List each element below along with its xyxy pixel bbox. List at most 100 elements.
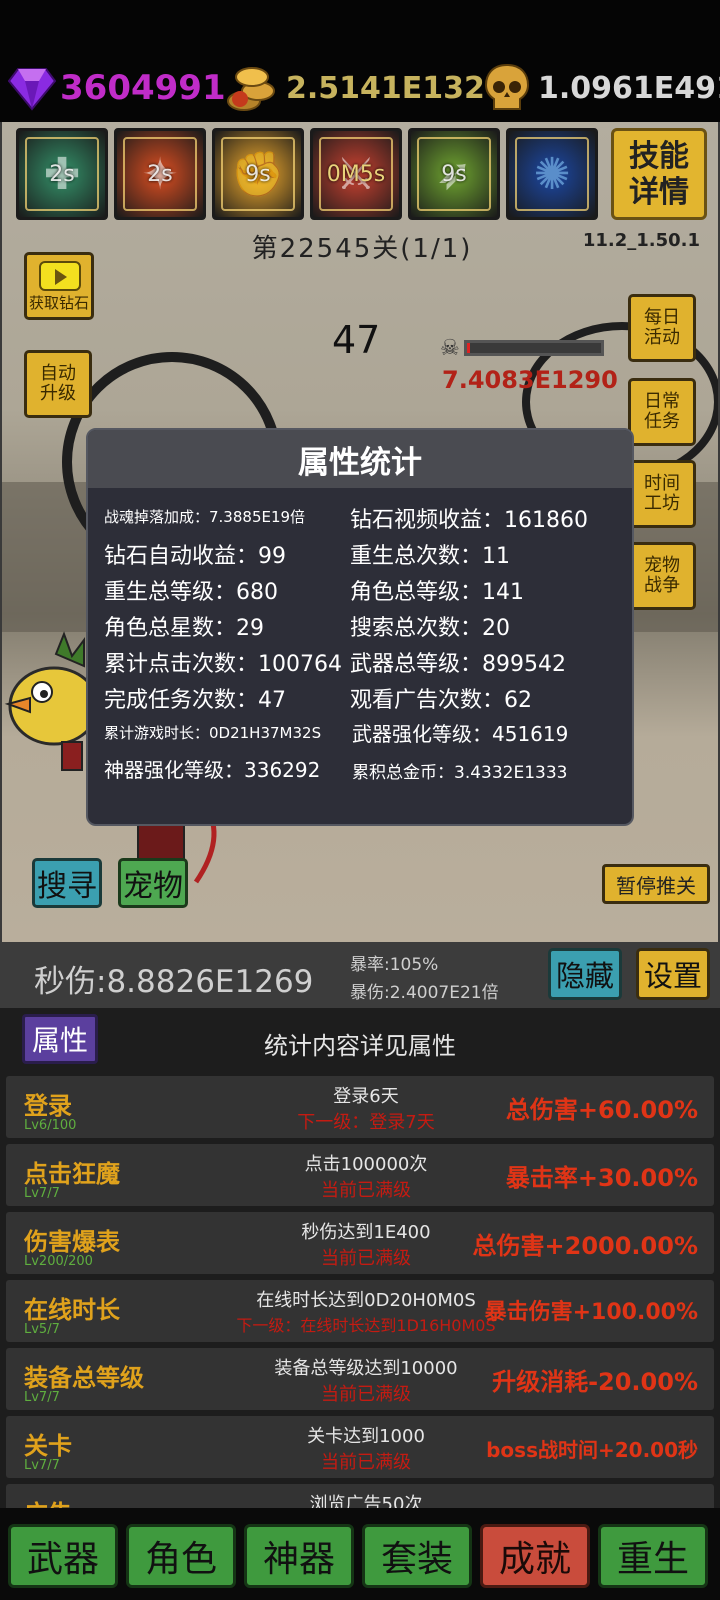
achievement-name: 点击狂魔 (24, 1160, 120, 1188)
gold-counter: 2.5141E1326 (226, 62, 506, 114)
achievement-bonus: 暴击伤害+100.00% (484, 1300, 698, 1325)
achievement-level: Lv5/7 (24, 1322, 60, 1337)
gold-coins-icon (227, 67, 275, 111)
search-button[interactable]: 搜寻 (32, 858, 102, 908)
bottom-nav: 武器 角色 神器 套装 成就 重生 (0, 1508, 720, 1600)
achievement-name: 伤害爆表 (24, 1228, 120, 1256)
watch-video-gems-button[interactable]: 获取钻石 (24, 252, 94, 320)
daily-task-button[interactable]: 日常 任务 (628, 378, 696, 446)
achievement-level: Lv7/7 (24, 1186, 60, 1201)
pause-push-stage-button[interactable]: 暂停推关 (602, 864, 710, 904)
achievement-row[interactable]: 装备总等级 Lv7/7 装备总等级达到10000 当前已满级 升级消耗-20.0… (6, 1348, 714, 1410)
enemy-count: 47 (332, 318, 381, 362)
achievement-condition: 关卡达到1000 (307, 1426, 425, 1447)
stat-soul-drop-bonus: 战魂掉落加成：7.3885E19倍 (104, 508, 306, 526)
boss-hp-bar (464, 340, 604, 356)
daily-event-button[interactable]: 每日 活动 (628, 294, 696, 362)
skill-slot[interactable]: ✊ 9s (212, 128, 304, 220)
stats-dialog-header: 属性统计 (88, 430, 632, 488)
stat-search-count: 搜索总次数：20 (350, 616, 510, 641)
currency-bar: 3604991 2.5141E1326 1.0961E491 (0, 0, 720, 122)
skill-cooldown: 2s (49, 161, 75, 187)
stats-dialog-title: 属性统计 (298, 444, 422, 481)
boss-hp-value: 7.4083E1290 (442, 366, 618, 394)
achievement-panel[interactable]: 属性 统计内容详见属性 登录 Lv6/100 登录6天 下一级：登录7天 总伤害… (0, 1008, 720, 1508)
achievement-condition: 在线时长达到0D20H0M0S (256, 1290, 476, 1311)
stat-weapon-level: 武器总等级：899542 (350, 652, 566, 677)
achievement-row[interactable]: 伤害爆表 Lv200/200 秒伤达到1E400 当前已满级 总伤害+2000.… (6, 1212, 714, 1274)
skill-cooldown: 9s (245, 161, 271, 187)
stat-artifact-enhance: 神器强化等级：336292 (104, 758, 321, 782)
stat-task-count: 完成任务次数：47 (104, 688, 286, 713)
skill-slot[interactable]: ➶ 9s (408, 128, 500, 220)
achievement-level: Lv6/100 (24, 1118, 77, 1133)
settings-button[interactable]: 设置 (636, 948, 710, 1000)
stat-rebirth-level: 重生总等级：680 (104, 580, 278, 605)
lightning-orb-icon: ✺ (533, 148, 571, 200)
achievement-bonus: 总伤害+60.00% (505, 1096, 698, 1124)
achievement-row[interactable]: 在线时长 Lv5/7 在线时长达到0D20H0M0S 下一级：在线时长达到1D1… (6, 1280, 714, 1342)
chicken-pet-icon (4, 631, 98, 771)
skill-slot[interactable]: ✦ 2s (114, 128, 206, 220)
achievement-row[interactable]: 关卡 Lv7/7 关卡达到1000 当前已满级 boss战时间+20.00秒 (6, 1416, 714, 1478)
gem-counter: 3604991 (8, 62, 226, 114)
soul-counter: 1.0961E491 (484, 62, 720, 114)
nav-set[interactable]: 套装 (362, 1524, 472, 1588)
auto-upgrade-button[interactable]: 自动 升级 (24, 350, 92, 418)
achievement-bonus: 总伤害+2000.00% (472, 1232, 698, 1260)
achievement-bonus: boss战时间+20.00秒 (486, 1438, 698, 1462)
version-label: 11.2_1.50.1 (582, 230, 700, 251)
nav-rebirth[interactable]: 重生 (598, 1524, 708, 1588)
achievement-level: Lv200/200 (24, 1254, 93, 1269)
stat-click-count: 累计点击次数：100764 (104, 652, 342, 677)
achievement-row[interactable]: 点击狂魔 Lv7/7 点击100000次 当前已满级 暴击率+30.00% (6, 1144, 714, 1206)
achievement-name: 登录 (24, 1092, 72, 1120)
achievement-name: 关卡 (24, 1432, 72, 1460)
pet-button[interactable]: 宠物 (118, 858, 188, 908)
stat-auto-gem-income: 钻石自动收益：99 (104, 544, 286, 569)
gold-amount: 2.5141E1326 (286, 70, 506, 106)
dps-value: 秒伤:8.8826E1269 (34, 964, 314, 1000)
achievement-row[interactable]: 广告 浏览广告50次 (6, 1484, 714, 1508)
skill-cooldown: 2s (147, 161, 173, 187)
stat-weapon-enhance: 武器强化等级：451619 (352, 722, 569, 746)
skill-slot[interactable]: ✺ (506, 128, 598, 220)
skill-cooldown: 9s (441, 161, 467, 187)
soul-amount: 1.0961E491 (538, 70, 720, 106)
achievement-condition: 点击100000次 (304, 1154, 428, 1175)
nav-weapon[interactable]: 武器 (8, 1524, 118, 1588)
stat-play-time: 累计游戏时长：0D21H37M32S (104, 724, 322, 742)
skill-cooldown: 0M5s (326, 161, 386, 187)
achievement-bonus: 升级消耗-20.00% (492, 1368, 698, 1396)
nav-achievement[interactable]: 成就 (480, 1524, 590, 1588)
gem-amount: 3604991 (60, 68, 226, 108)
video-camera-icon (39, 261, 81, 291)
damage-stats-bar: 秒伤:8.8826E1269 暴率:105% 暴伤:2.4007E21倍 隐藏 … (0, 942, 720, 1008)
achievement-name: 在线时长 (24, 1296, 120, 1324)
time-workshop-button[interactable]: 时间 工坊 (628, 460, 696, 528)
skill-slot[interactable]: ⚔ 0M5s (310, 128, 402, 220)
stat-ad-count: 观看广告次数：62 (350, 688, 532, 713)
stat-character-level: 角色总等级：141 (350, 580, 524, 605)
achievement-next: 当前已满级 (321, 1180, 411, 1201)
crit-rate: 暴率:105% (350, 955, 439, 975)
nav-artifact[interactable]: 神器 (244, 1524, 354, 1588)
stat-total-gold: 累积总金币：3.4332E1333 (352, 763, 568, 783)
achievement-condition: 浏览广告50次 (309, 1494, 423, 1508)
boss-skull-icon: ☠ (440, 336, 460, 361)
achievement-condition: 装备总等级达到10000 (274, 1358, 458, 1379)
achievement-next: 下一级：登录7天 (297, 1112, 435, 1133)
stat-rebirth-count: 重生总次数：11 (350, 544, 510, 569)
gem-icon (8, 68, 56, 111)
panel-hint: 统计内容详见属性 (264, 1032, 456, 1060)
achievement-name: 装备总等级 (24, 1364, 144, 1392)
stat-character-stars: 角色总星数：29 (104, 616, 264, 641)
skill-details-button[interactable]: 技能 详情 (611, 128, 707, 220)
boss-hp-fill (467, 343, 470, 353)
pet-battle-button[interactable]: 宠物 战争 (628, 542, 696, 610)
hide-button[interactable]: 隐藏 (548, 948, 622, 1000)
achievement-row[interactable]: 登录 Lv6/100 登录6天 下一级：登录7天 总伤害+60.00% (6, 1076, 714, 1138)
nav-character[interactable]: 角色 (126, 1524, 236, 1588)
achievement-condition: 登录6天 (333, 1086, 399, 1107)
skill-slot[interactable]: ✚ 2s (16, 128, 108, 220)
